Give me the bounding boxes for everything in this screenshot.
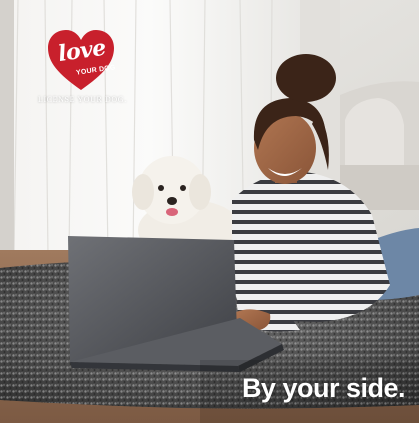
ad-image: love YOUR DOG LICENSE YOUR DOG. By your … xyxy=(0,0,419,423)
logo-tagline: LICENSE YOUR DOG. xyxy=(38,95,127,104)
logo-word: love xyxy=(56,34,108,68)
slogan-text: By your side. xyxy=(241,373,406,403)
